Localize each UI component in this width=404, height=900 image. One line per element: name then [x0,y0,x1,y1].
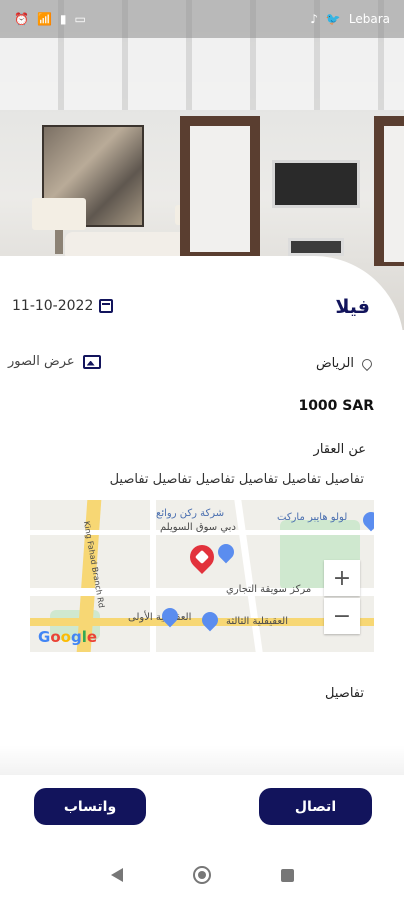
map-label-lulu: لولو هايبر ماركت [277,512,348,523]
location-map[interactable]: لولو هايبر ماركت شركة ركن روائع دبي سوق … [30,500,374,652]
calendar-icon [99,299,114,313]
television [272,160,360,208]
view-photos-label: عرض الصور [8,354,75,369]
status-right-icons: ♪ 🐦 Lebara [310,12,390,26]
system-nav-bar [0,850,404,900]
details-heading: تفاصيل [325,686,364,701]
property-title: فيلا [335,296,370,318]
about-text: تفاصيل تفاصيل تفاصيل تفاصيل تفاصيل تفاصي… [109,472,364,487]
bookshelf-left-inner [190,126,250,252]
zoom-out-button[interactable]: − [324,598,360,634]
price: 1000 SAR [298,398,374,414]
twitter-icon: 🐦 [325,12,341,26]
bookshelf-right-inner [384,126,404,262]
lamp-shade [32,198,86,230]
wifi-icon: 📶 [36,12,52,26]
map-label-aqiq3: العقيقلية الثالثة [226,616,288,627]
status-bar: ⏰ 📶 ▮ ▭ ♪ 🐦 Lebara [0,0,404,38]
property-location-pin[interactable] [185,540,219,574]
status-left-icons: ⏰ 📶 ▮ ▭ [14,12,86,26]
call-button[interactable]: اتصال [259,788,372,825]
lamp-base [55,230,63,254]
tiktok-icon: ♪ [310,12,318,26]
map-label-markaz: مركز سويقة التجاري [226,584,312,595]
back-icon[interactable] [110,868,123,882]
map-road-3 [150,500,156,652]
poi-aqiq3-icon[interactable] [198,608,222,632]
location-text: الرياض [315,356,354,371]
poi-lulu-icon[interactable] [359,508,374,532]
signal-icon: ▮ [59,12,67,26]
carrier-label: Lebara [348,12,390,26]
date-text: 11-10-2022 [12,298,94,314]
location-row: الرياض [315,356,375,371]
about-heading: عن العقار [313,442,366,457]
recent-apps-icon[interactable] [280,868,294,882]
map-label-aqiq1: العقيقلية الأولى [128,612,192,623]
listing-date: 11-10-2022 [12,298,114,314]
map-road [30,588,374,596]
view-photos-button[interactable]: عرض الصور [8,354,101,369]
map-road-4 [234,500,263,652]
zoom-in-button[interactable]: + [324,560,360,596]
home-icon[interactable] [192,866,211,884]
divider-shadow [0,745,404,775]
map-label-rukn: شركة ركن روائع [156,508,225,519]
battery-icon: ▭ [74,12,86,26]
fireplace [288,238,344,256]
whatsapp-button[interactable]: واتساب [34,788,146,825]
google-logo: Google [38,628,98,646]
alarm-icon: ⏰ [14,12,29,26]
location-pin-icon [359,356,375,371]
gallery-icon [82,354,101,369]
map-label-souq: دبي سوق السويلم [160,522,236,533]
poi-rukn-icon[interactable] [214,540,238,564]
